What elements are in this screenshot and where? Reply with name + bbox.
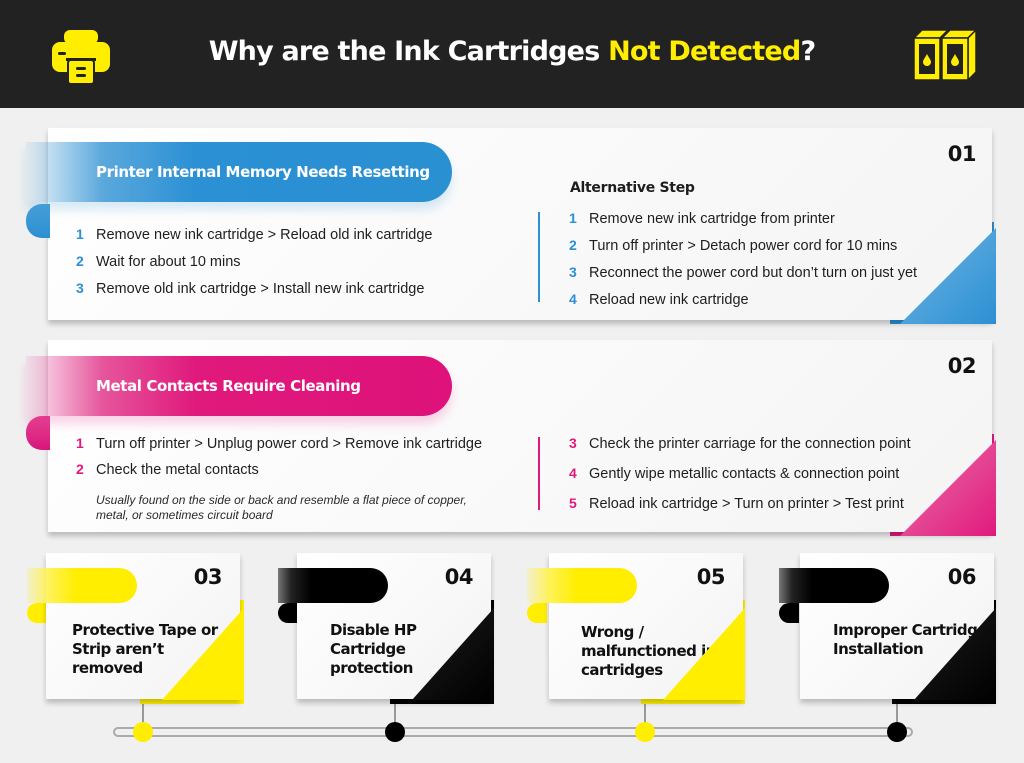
timeline-dot-06 bbox=[887, 722, 907, 742]
section-title: Printer Internal Memory Needs Resetting bbox=[96, 163, 430, 181]
divider-line bbox=[538, 212, 540, 302]
step-number: 4 bbox=[569, 291, 577, 307]
card-ribbon bbox=[278, 568, 388, 603]
step-list: 1 Turn off printer > Unplug power cord > … bbox=[76, 435, 496, 523]
title-accent: Not Detected bbox=[608, 36, 801, 67]
timeline-dot-05 bbox=[635, 722, 655, 742]
ribbon-fold bbox=[779, 603, 799, 623]
card-number: 04 bbox=[444, 565, 474, 589]
step-number: 3 bbox=[569, 264, 577, 280]
title-suffix: ? bbox=[800, 36, 816, 67]
title-prefix: Why are the Ink Cartridges bbox=[208, 36, 609, 67]
card-ribbon bbox=[779, 568, 889, 603]
alternative-step-list: 1 Remove new ink cartridge from printer 2… bbox=[569, 210, 917, 318]
step-text: Check the printer carriage for the conne… bbox=[589, 436, 911, 452]
step-text: Remove new ink cartridge from printer bbox=[589, 211, 835, 227]
step-item: 1 Turn off printer > Unplug power cord > … bbox=[76, 435, 496, 461]
page-title: Why are the Ink Cartridges Not Detected? bbox=[0, 36, 1024, 67]
ribbon-fold bbox=[26, 204, 50, 238]
step-item: 3 Check the printer carriage for the conn… bbox=[569, 435, 911, 465]
step-text: Check the metal contacts bbox=[96, 462, 259, 478]
step-item: 5 Reload ink cartridge > Turn on printer … bbox=[569, 495, 911, 525]
step-note-item: Usually found on the side or back and re… bbox=[76, 493, 496, 523]
card-number: 05 bbox=[696, 565, 726, 589]
card-ribbon bbox=[527, 568, 637, 603]
step-text: Wait for about 10 mins bbox=[96, 254, 241, 270]
section-number: 01 bbox=[947, 142, 977, 166]
step-item: 2 Wait for about 10 mins bbox=[76, 253, 433, 280]
step-item: 4 Reload new ink cartridge bbox=[569, 291, 917, 318]
ribbon-fold bbox=[527, 603, 547, 623]
step-note: Usually found on the side or back and re… bbox=[96, 493, 467, 522]
section-ribbon-01: Printer Internal Memory Needs Resetting bbox=[26, 142, 452, 202]
ribbon-fold bbox=[26, 416, 50, 450]
step-text: Remove old ink cartridge > Install new i… bbox=[96, 281, 425, 297]
step-item: 4 Gently wipe metallic contacts & connect… bbox=[569, 465, 911, 495]
step-item: 2 Check the metal contacts bbox=[76, 461, 496, 487]
header-banner: Why are the Ink Cartridges Not Detected? bbox=[0, 0, 1024, 108]
step-text: Reconnect the power cord but don’t turn … bbox=[589, 265, 918, 281]
step-item: 3 Remove old ink cartridge > Install new … bbox=[76, 280, 433, 307]
step-number: 3 bbox=[569, 435, 577, 451]
step-number: 5 bbox=[569, 495, 577, 511]
ribbon-fold bbox=[27, 603, 47, 623]
card-number: 03 bbox=[193, 565, 223, 589]
step-list: 1 Remove new ink cartridge > Reload old i… bbox=[76, 226, 433, 307]
step-number: 2 bbox=[76, 253, 84, 269]
step-number: 3 bbox=[76, 280, 84, 296]
step-number: 1 bbox=[76, 435, 84, 451]
step-text: Reload new ink cartridge bbox=[589, 292, 749, 308]
card-number: 06 bbox=[947, 565, 977, 589]
step-number: 4 bbox=[569, 465, 577, 481]
step-text: Turn off printer > Detach power cord for… bbox=[589, 238, 898, 254]
timeline-dot-03 bbox=[133, 722, 153, 742]
alternative-step-heading: Alternative Step bbox=[570, 180, 695, 196]
step-item: 2 Turn off printer > Detach power cord fo… bbox=[569, 237, 917, 264]
section-title: Metal Contacts Require Cleaning bbox=[96, 377, 361, 395]
step-text: Gently wipe metallic contacts & connecti… bbox=[589, 466, 900, 482]
section-number: 02 bbox=[947, 354, 977, 378]
step-item: 3 Reconnect the power cord but don’t turn… bbox=[569, 264, 917, 291]
step-number: 2 bbox=[76, 461, 84, 477]
divider-line bbox=[538, 437, 540, 510]
step-number: 1 bbox=[76, 226, 84, 242]
step-number: 2 bbox=[569, 237, 577, 253]
step-text: Remove new ink cartridge > Reload old in… bbox=[96, 227, 433, 243]
ribbon-fold bbox=[278, 603, 298, 623]
step-item: 1 Remove new ink cartridge > Reload old i… bbox=[76, 226, 433, 253]
step-text: Turn off printer > Unplug power cord > R… bbox=[96, 436, 483, 452]
timeline-dot-04 bbox=[385, 722, 405, 742]
section-ribbon-02: Metal Contacts Require Cleaning bbox=[26, 356, 452, 416]
step-item: 1 Remove new ink cartridge from printer bbox=[569, 210, 917, 237]
timeline-track bbox=[113, 727, 913, 737]
ink-cartridges-icon bbox=[912, 28, 978, 82]
step-number: 1 bbox=[569, 210, 577, 226]
step-list-right: 3 Check the printer carriage for the conn… bbox=[569, 435, 911, 525]
step-text: Reload ink cartridge > Turn on printer >… bbox=[589, 496, 904, 512]
card-ribbon bbox=[27, 568, 137, 603]
